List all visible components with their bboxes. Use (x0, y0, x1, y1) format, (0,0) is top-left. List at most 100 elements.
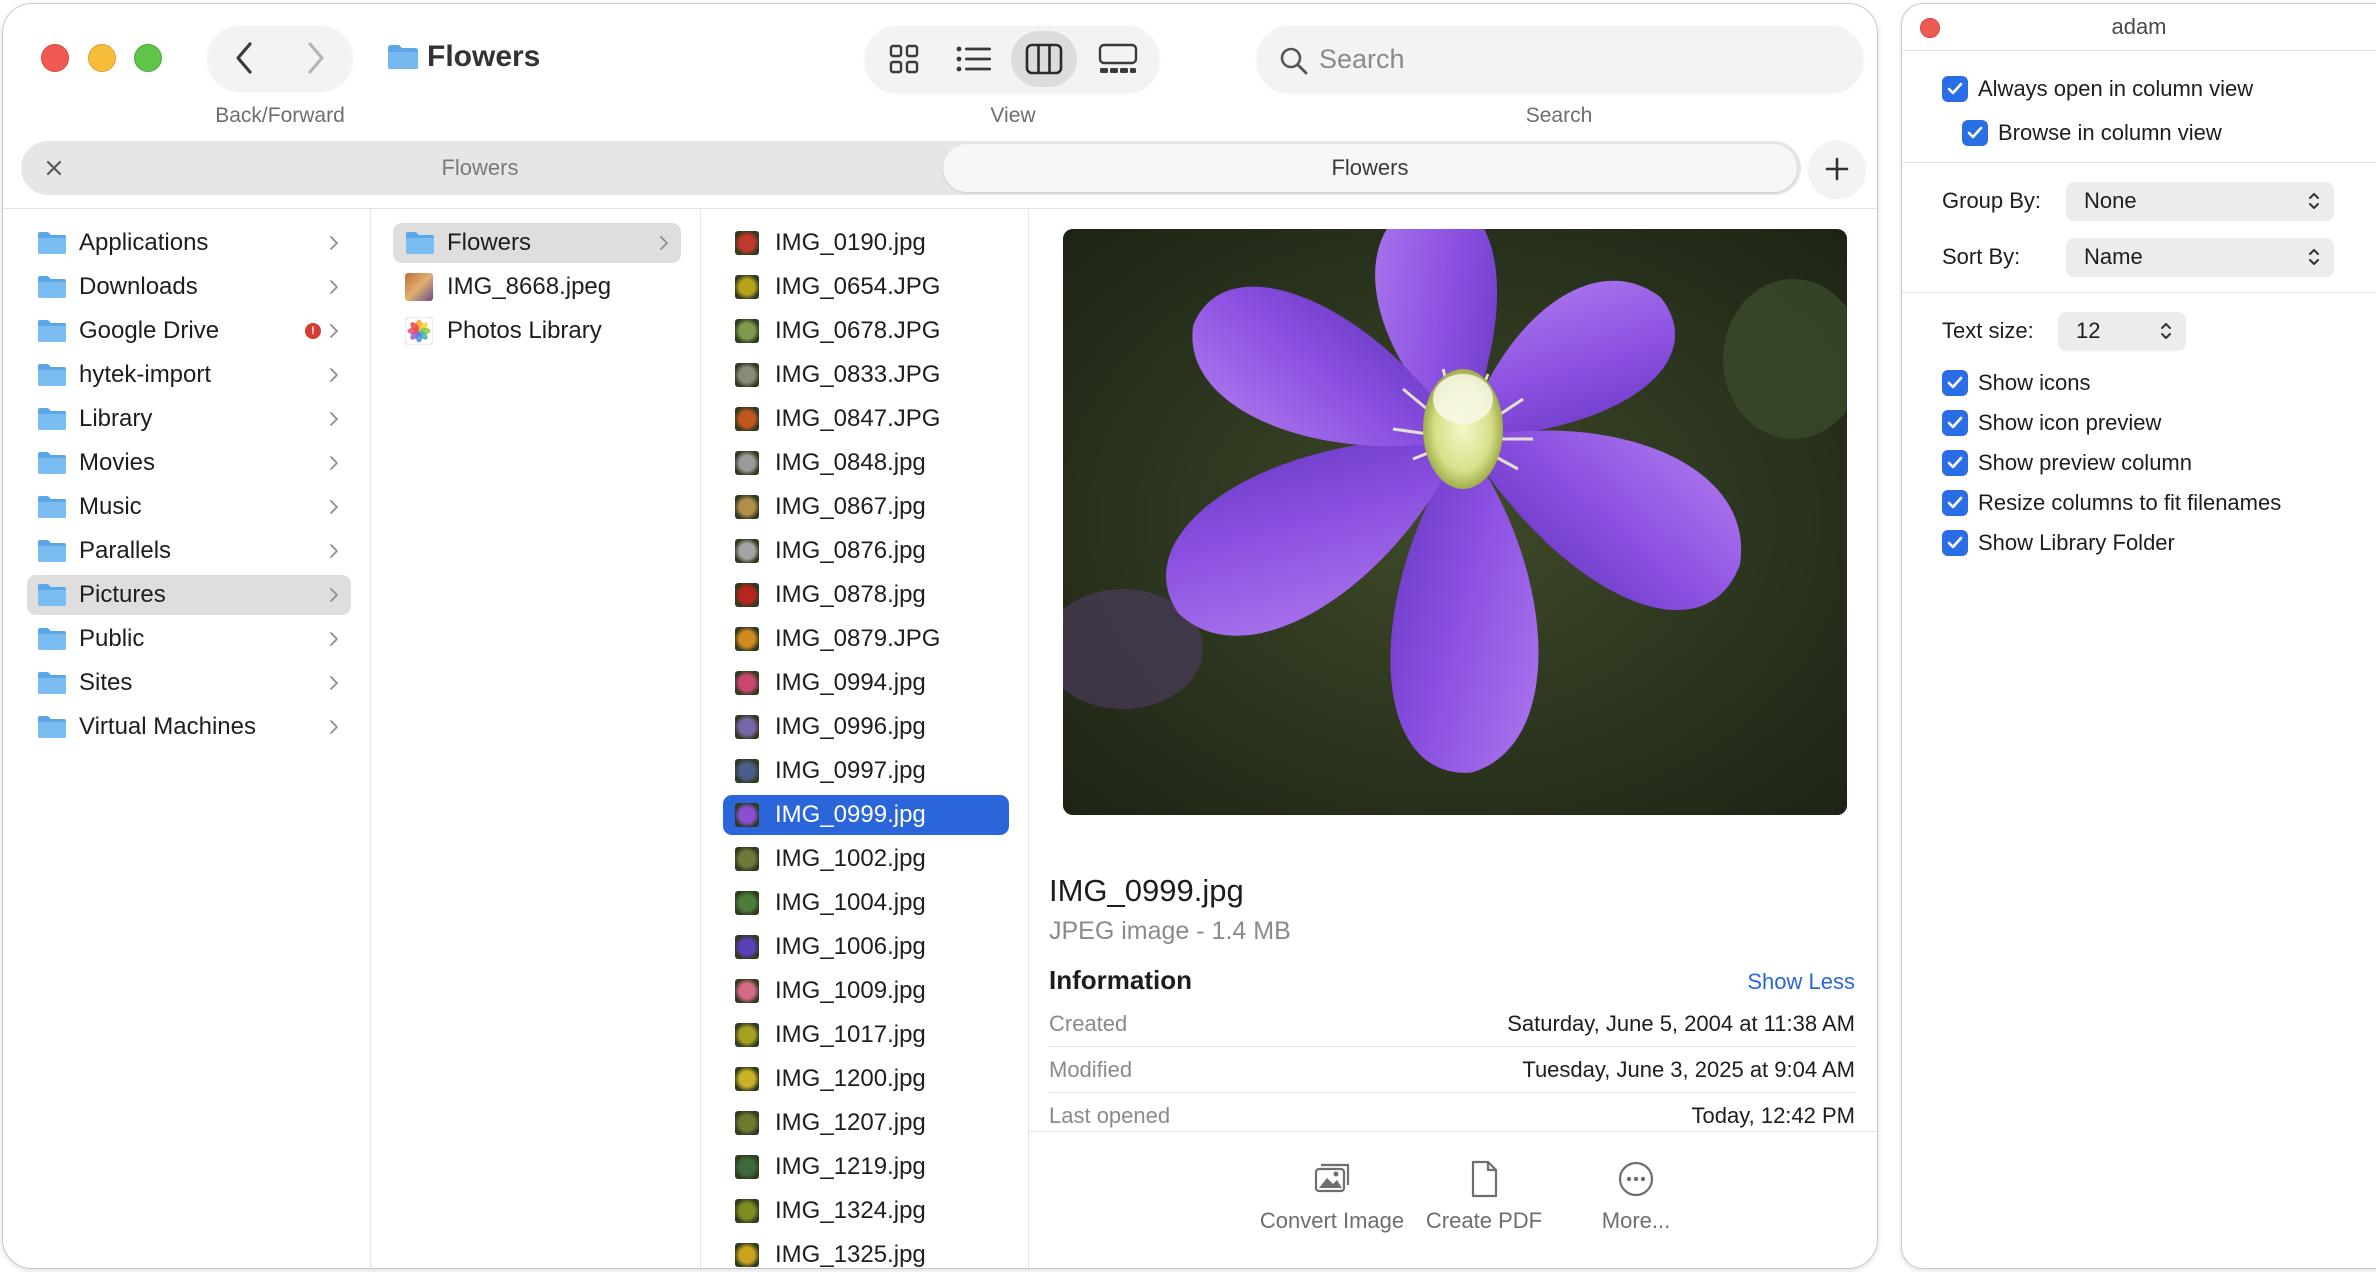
file-item-label: IMG_0847.JPG (775, 405, 941, 432)
file-item-label: IMG_0879.JPG (775, 625, 941, 652)
list-view-button[interactable] (941, 31, 1007, 87)
file-item-img-0867-jpg[interactable]: IMG_0867.jpg (723, 487, 1009, 527)
always-open-column-view-checkbox[interactable]: Always open in column view (1942, 72, 2253, 106)
tab-flowers-inactive[interactable]: Flowers (21, 141, 939, 195)
pictures-item-img-8668-jpeg[interactable]: IMG_8668.jpeg (393, 267, 681, 307)
search-caption: Search (1525, 104, 1593, 127)
option-resize-columns-to-fit-filenames-checkbox[interactable]: Resize columns to fit filenames (1942, 486, 2281, 520)
file-item-img-0879-jpg[interactable]: IMG_0879.JPG (723, 619, 1009, 659)
option-show-icon-preview-checkbox[interactable]: Show icon preview (1942, 406, 2161, 440)
search-field[interactable] (1257, 26, 1863, 92)
sidebar-item-pictures[interactable]: Pictures (27, 575, 351, 615)
checkbox-label: Resize columns to fit filenames (1978, 490, 2282, 515)
file-item-label: IMG_0878.jpg (775, 581, 926, 608)
maximize-window-button[interactable] (134, 44, 162, 72)
file-item-label: IMG_1004.jpg (775, 889, 926, 916)
sidebar-item-applications[interactable]: Applications (27, 223, 351, 263)
sidebar-item-google-drive[interactable]: Google Drive! (27, 311, 351, 351)
file-item-img-1004-jpg[interactable]: IMG_1004.jpg (723, 883, 1009, 923)
sidebar-item-sites[interactable]: Sites (27, 663, 351, 703)
checkbox-checked-icon (1942, 410, 1968, 436)
file-item-img-0876-jpg[interactable]: IMG_0876.jpg (723, 531, 1009, 571)
file-item-img-1324-jpg[interactable]: IMG_1324.jpg (723, 1191, 1009, 1231)
file-item-img-1017-jpg[interactable]: IMG_1017.jpg (723, 1015, 1009, 1055)
image-thumbnail-icon (735, 363, 759, 387)
file-item-img-0654-jpg[interactable]: IMG_0654.JPG (723, 267, 1009, 307)
sidebar-item-public[interactable]: Public (27, 619, 351, 659)
create-pdf-button[interactable]: Create PDF (1409, 1159, 1559, 1235)
file-item-img-1219-jpg[interactable]: IMG_1219.jpg (723, 1147, 1009, 1187)
sidebar-item-downloads[interactable]: Downloads (27, 267, 351, 307)
sort-by-label: Sort By: (1942, 244, 2021, 269)
file-item-img-0997-jpg[interactable]: IMG_0997.jpg (723, 751, 1009, 791)
image-thumbnail-icon (735, 1067, 759, 1091)
text-size-select[interactable]: 12 (2058, 312, 2186, 350)
sidebar-item-music[interactable]: Music (27, 487, 351, 527)
image-thumbnail-icon (735, 539, 759, 563)
more-label: More... (1601, 1208, 1671, 1233)
close-window-button[interactable] (41, 44, 69, 72)
file-item-img-0994-jpg[interactable]: IMG_0994.jpg (723, 663, 1009, 703)
sidebar-item-label: Applications (79, 229, 209, 256)
file-item-img-1207-jpg[interactable]: IMG_1207.jpg (723, 1103, 1009, 1143)
home-folder-column: Applications Downloads Google Drive! hytek-… (3, 209, 371, 1268)
column-view-button[interactable] (1011, 31, 1077, 87)
file-item-img-1200-jpg[interactable]: IMG_1200.jpg (723, 1059, 1009, 1099)
sidebar-item-parallels[interactable]: Parallels (27, 531, 351, 571)
file-item-img-0848-jpg[interactable]: IMG_0848.jpg (723, 443, 1009, 483)
file-item-label: IMG_0997.jpg (775, 757, 926, 784)
file-item-img-0190-jpg[interactable]: IMG_0190.jpg (723, 223, 1009, 263)
icon-view-button[interactable] (871, 31, 937, 87)
pictures-item-photos-library[interactable]: Photos Library (393, 311, 681, 351)
back-button[interactable] (208, 26, 280, 90)
panel-divider (1902, 292, 2376, 293)
sidebar-item-label: Virtual Machines (79, 713, 256, 740)
gallery-view-button[interactable] (1085, 31, 1151, 87)
convert-image-button[interactable]: Convert Image (1257, 1159, 1407, 1235)
pictures-item-flowers[interactable]: Flowers (393, 223, 681, 263)
sidebar-item-virtual-machines[interactable]: Virtual Machines (27, 707, 351, 747)
file-item-img-1002-jpg[interactable]: IMG_1002.jpg (723, 839, 1009, 879)
new-tab-button[interactable] (1809, 141, 1865, 197)
sidebar-item-label: Music (79, 493, 142, 520)
browse-column-view-checkbox[interactable]: Browse in column view (1962, 116, 2222, 150)
image-thumbnail-icon (735, 231, 759, 255)
file-item-img-1009-jpg[interactable]: IMG_1009.jpg (723, 971, 1009, 1011)
option-show-preview-column-checkbox[interactable]: Show preview column (1942, 446, 2192, 480)
text-size-label: Text size: (1942, 318, 2034, 343)
downloads-folder-icon (38, 276, 66, 298)
image-thumbnail-icon (735, 407, 759, 431)
tab-flowers-active[interactable]: Flowers (943, 144, 1797, 192)
file-item-img-0678-jpg[interactable]: IMG_0678.JPG (723, 311, 1009, 351)
image-thumbnail-icon (735, 275, 759, 299)
chevron-right-icon (660, 236, 668, 250)
minimize-window-button[interactable] (88, 44, 116, 72)
file-item-img-0996-jpg[interactable]: IMG_0996.jpg (723, 707, 1009, 747)
more-icon (1618, 1161, 1654, 1197)
file-item-img-1006-jpg[interactable]: IMG_1006.jpg (723, 927, 1009, 967)
sort-by-select[interactable]: Name (2066, 238, 2334, 276)
panel-divider (1902, 162, 2376, 163)
file-item-img-1325-jpg[interactable]: IMG_1325.jpg (723, 1235, 1009, 1268)
file-item-img-0847-jpg[interactable]: IMG_0847.JPG (723, 399, 1009, 439)
sidebar-item-library[interactable]: Library (27, 399, 351, 439)
option-show-library-folder-checkbox[interactable]: Show Library Folder (1942, 526, 2175, 560)
file-item-img-0999-jpg[interactable]: IMG_0999.jpg (723, 795, 1009, 835)
folder-icon (38, 364, 66, 386)
show-less-link[interactable]: Show Less (1747, 969, 1855, 995)
file-item-img-0833-jpg[interactable]: IMG_0833.JPG (723, 355, 1009, 395)
plus-icon (1825, 157, 1849, 181)
tab-bar: Flowers Flowers (21, 141, 1801, 195)
search-input[interactable] (1319, 38, 1839, 80)
image-thumbnail-icon (735, 1111, 759, 1135)
group-by-value: None (2084, 188, 2137, 213)
file-item-img-0878-jpg[interactable]: IMG_0878.jpg (723, 575, 1009, 615)
file-item-label: IMG_1219.jpg (775, 1153, 926, 1180)
sidebar-item-movies[interactable]: Movies (27, 443, 351, 483)
close-tab-button[interactable] (41, 155, 67, 181)
more-button[interactable]: More... (1561, 1159, 1711, 1235)
option-show-icons-checkbox[interactable]: Show icons (1942, 366, 2091, 400)
forward-button[interactable] (280, 26, 352, 90)
group-by-select[interactable]: None (2066, 182, 2334, 220)
sidebar-item-hytek-import[interactable]: hytek-import (27, 355, 351, 395)
